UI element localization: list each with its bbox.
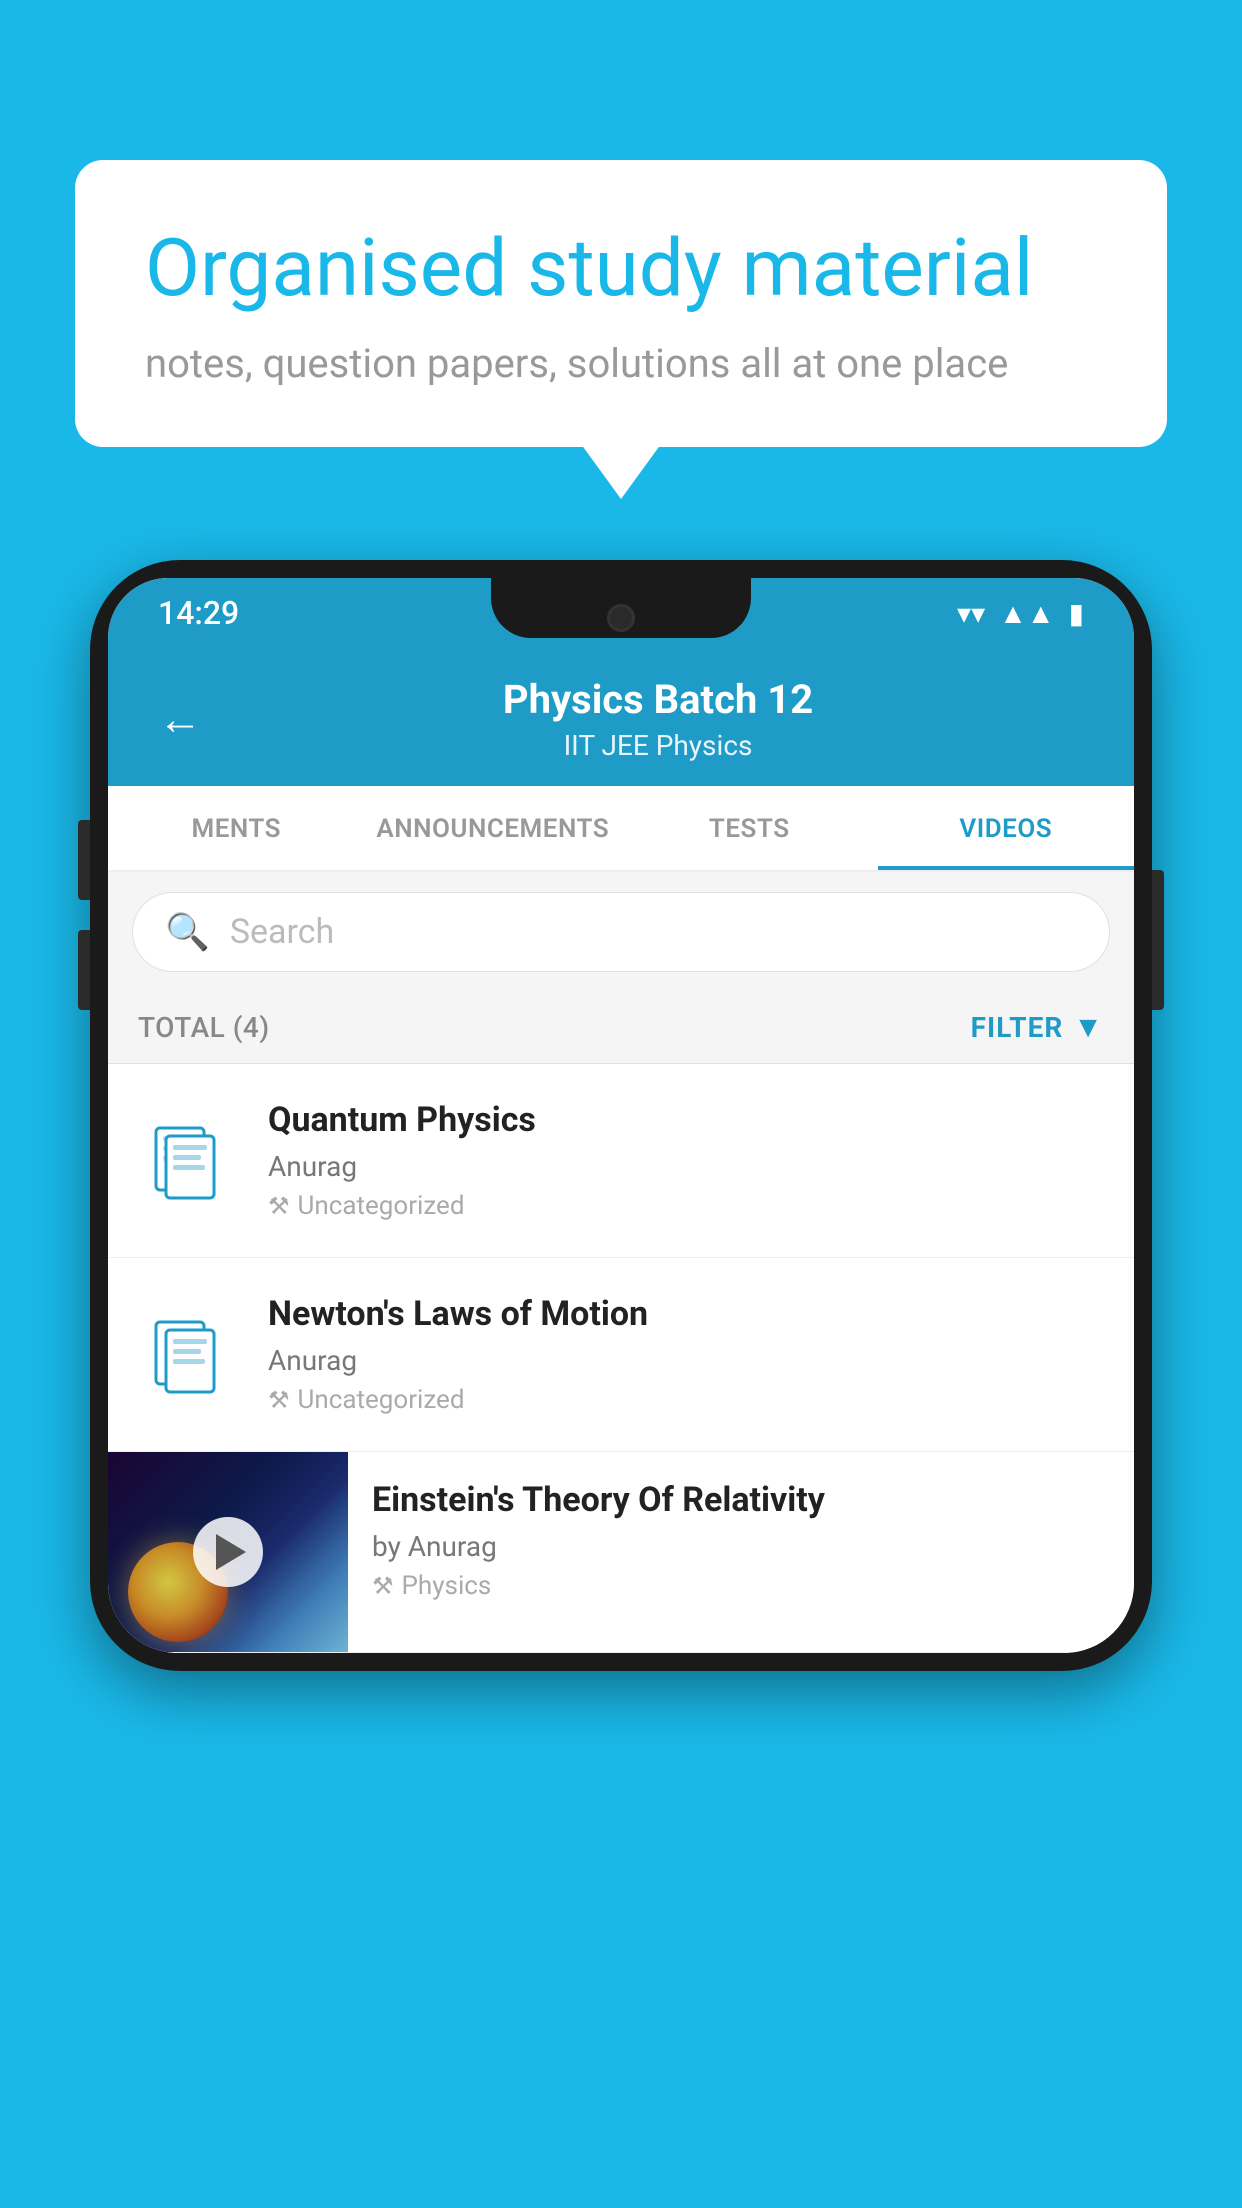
header-title-group: Physics Batch 12 IIT JEE Physics (232, 676, 1084, 762)
phone-camera (607, 604, 635, 632)
content-area: Quantum Physics Anurag ⚒ Uncategorized (108, 1064, 1134, 1653)
video-tag: ⚒ Uncategorized (268, 1191, 1104, 1221)
tag-icon: ⚒ (268, 1192, 290, 1220)
tag-icon: ⚒ (268, 1386, 290, 1414)
speech-bubble-wrapper: Organised study material notes, question… (75, 160, 1167, 447)
tabs-bar: MENTS ANNOUNCEMENTS TESTS VIDEOS (108, 786, 1134, 872)
video-author: by Anurag (372, 1530, 1110, 1563)
tag-icon: ⚒ (372, 1572, 394, 1600)
total-count: TOTAL (4) (138, 1011, 270, 1044)
phone-notch (491, 578, 751, 638)
list-item[interactable]: Quantum Physics Anurag ⚒ Uncategorized (108, 1064, 1134, 1258)
status-time: 14:29 (158, 594, 239, 632)
tag-label: Physics (402, 1571, 492, 1601)
video-author: Anurag (268, 1344, 1104, 1377)
file-icon (151, 1312, 226, 1397)
file-icon-wrap (138, 1118, 238, 1203)
video-title: Quantum Physics (268, 1100, 1104, 1140)
list-item[interactable]: Newton's Laws of Motion Anurag ⚒ Uncateg… (108, 1258, 1134, 1452)
video-title: Newton's Laws of Motion (268, 1294, 1104, 1334)
search-placeholder: Search (230, 912, 334, 952)
bubble-subtitle: notes, question papers, solutions all at… (145, 340, 1097, 387)
play-triangle-icon (216, 1534, 246, 1570)
search-bar-wrapper: 🔍 Search (108, 872, 1134, 992)
status-icons: ▾▾ ▲▲ ▮ (957, 597, 1084, 630)
play-button[interactable] (193, 1517, 263, 1587)
signal-icon: ▲▲ (999, 597, 1054, 630)
tab-announcements[interactable]: ANNOUNCEMENTS (365, 786, 622, 870)
phone-outer: 14:29 ▾▾ ▲▲ ▮ ← Physics Batch 12 IIT JEE… (90, 560, 1152, 1671)
side-button-volume-up (78, 820, 90, 900)
video-info: Newton's Laws of Motion Anurag ⚒ Uncateg… (268, 1294, 1104, 1415)
video-tag: ⚒ Physics (372, 1571, 1110, 1601)
video-thumbnail (108, 1452, 348, 1652)
filter-label: FILTER (971, 1011, 1064, 1044)
tag-label: Uncategorized (298, 1385, 465, 1415)
app-header: ← Physics Batch 12 IIT JEE Physics (108, 648, 1134, 786)
filter-funnel-icon: ▼ (1073, 1010, 1104, 1045)
header-subtitle: IIT JEE Physics (232, 729, 1084, 762)
battery-icon: ▮ (1069, 597, 1084, 630)
tab-ments[interactable]: MENTS (108, 786, 365, 870)
list-item[interactable]: Einstein's Theory Of Relativity by Anura… (108, 1452, 1134, 1653)
wifi-icon: ▾▾ (957, 597, 985, 630)
video-info: Quantum Physics Anurag ⚒ Uncategorized (268, 1100, 1104, 1221)
file-icon (151, 1118, 226, 1203)
speech-bubble: Organised study material notes, question… (75, 160, 1167, 447)
video-info: Einstein's Theory Of Relativity by Anura… (348, 1452, 1134, 1629)
file-icon-wrap (138, 1312, 238, 1397)
side-button-volume-down (78, 930, 90, 1010)
video-tag: ⚒ Uncategorized (268, 1385, 1104, 1415)
tab-tests[interactable]: TESTS (621, 786, 878, 870)
tag-label: Uncategorized (298, 1191, 465, 1221)
side-button-power (1152, 870, 1164, 1010)
filter-row: TOTAL (4) FILTER ▼ (108, 992, 1134, 1064)
tab-videos[interactable]: VIDEOS (878, 786, 1135, 870)
video-author: Anurag (268, 1150, 1104, 1183)
bubble-title: Organised study material (145, 220, 1097, 316)
video-title: Einstein's Theory Of Relativity (372, 1480, 1110, 1520)
header-title: Physics Batch 12 (232, 676, 1084, 723)
search-bar[interactable]: 🔍 Search (132, 892, 1110, 972)
filter-button[interactable]: FILTER ▼ (971, 1010, 1104, 1045)
search-icon: 🔍 (165, 911, 210, 953)
back-button[interactable]: ← (158, 693, 202, 745)
phone-frame: 14:29 ▾▾ ▲▲ ▮ ← Physics Batch 12 IIT JEE… (90, 560, 1152, 2208)
phone-screen: 14:29 ▾▾ ▲▲ ▮ ← Physics Batch 12 IIT JEE… (108, 578, 1134, 1653)
